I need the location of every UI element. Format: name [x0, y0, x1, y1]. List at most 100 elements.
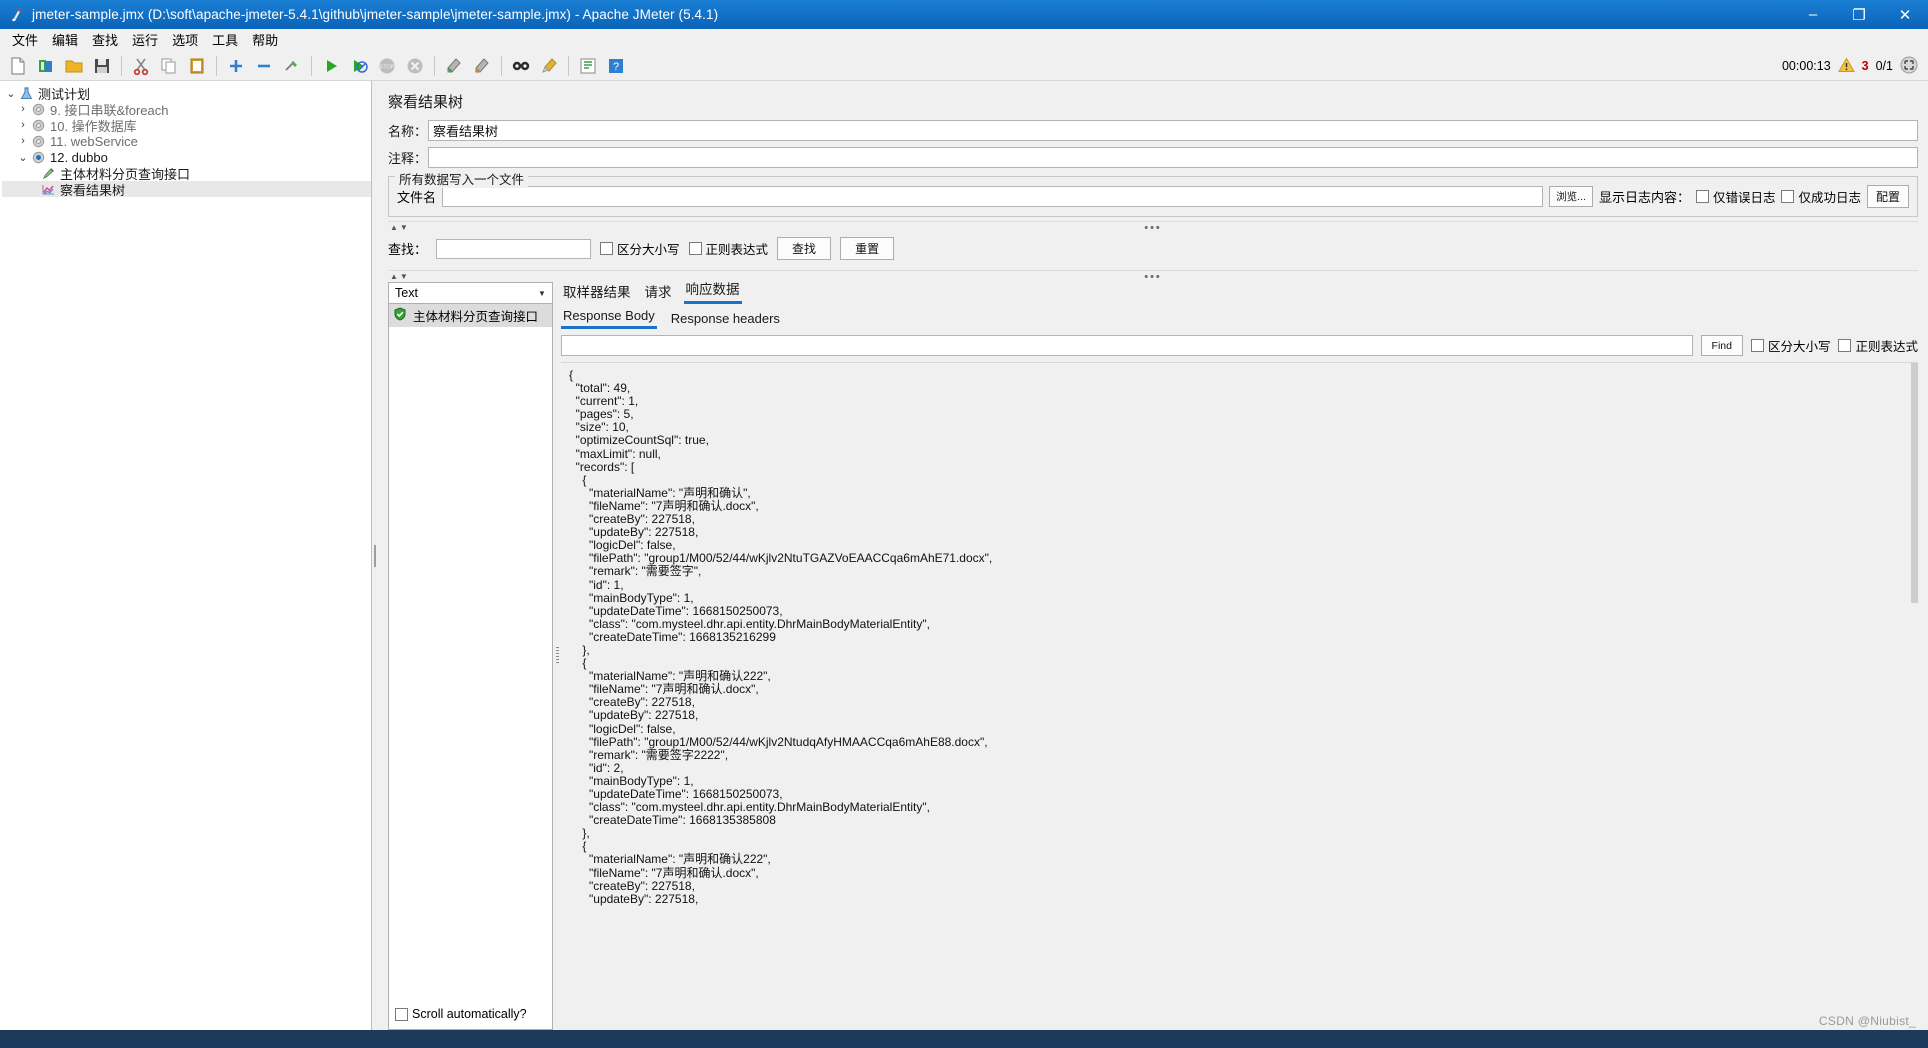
find-input[interactable]	[561, 335, 1693, 356]
subtab-response-body[interactable]: Response Body	[561, 308, 657, 329]
scroll-automatically-row: Scroll automatically?	[389, 1001, 531, 1025]
open-icon[interactable]	[61, 53, 87, 79]
collapse-icon[interactable]	[251, 53, 277, 79]
test-plan-tree-panel[interactable]: ⌄ 测试计划 › 9. 接口串联&foreach › 10. 操作数据库 › 1…	[0, 81, 372, 1030]
clear-icon[interactable]	[441, 53, 467, 79]
menu-help[interactable]: 帮助	[245, 28, 285, 51]
tab-request[interactable]: 请求	[643, 281, 674, 304]
menu-file[interactable]: 文件	[5, 28, 45, 51]
copy-icon[interactable]	[156, 53, 182, 79]
search-collapse-bar[interactable]: ▲▼ •••	[388, 221, 1918, 233]
tab-sampler-result[interactable]: 取样器结果	[561, 281, 633, 304]
main-area: ⌄ 测试计划 › 9. 接口串联&foreach › 10. 操作数据库 › 1…	[0, 81, 1928, 1030]
result-item-label: 主体材料分页查询接口	[413, 310, 539, 324]
collapse-arrows-icon[interactable]: ▲▼	[388, 272, 410, 281]
find-regex-checkbox[interactable]: 正则表达式	[1838, 336, 1918, 355]
scrollbar-thumb[interactable]	[1911, 363, 1918, 603]
jmeter-logo-icon	[8, 6, 26, 24]
menu-options[interactable]: 选项	[165, 28, 205, 51]
name-input[interactable]	[428, 120, 1918, 141]
chevron-right-icon[interactable]: ›	[16, 135, 30, 147]
checkbox-box[interactable]	[1838, 339, 1852, 352]
collapse-arrows-icon[interactable]: ▲▼	[388, 223, 410, 232]
scroll-automatically-checkbox[interactable]: Scroll automatically?	[395, 1007, 527, 1021]
checkbox-box[interactable]	[1695, 190, 1709, 203]
menu-search[interactable]: 查找	[85, 28, 125, 51]
maximize-button[interactable]: ❐	[1836, 0, 1882, 29]
errors-only-checkbox[interactable]: 仅错误日志	[1695, 187, 1775, 206]
menu-tools[interactable]: 工具	[205, 28, 245, 51]
result-list-item[interactable]: 主体材料分页查询接口	[389, 304, 552, 327]
body-left-splitter[interactable]	[561, 363, 567, 1030]
response-body-view[interactable]: { "total": 49, "current": 1, "pages": 5,…	[561, 362, 1918, 1030]
chevron-right-icon[interactable]: ›	[16, 103, 30, 115]
checkbox-box[interactable]	[1750, 339, 1764, 352]
chevron-right-icon[interactable]: ›	[16, 119, 30, 131]
tree-item-sampler-dubbo-query[interactable]: 主体材料分页查询接口	[2, 165, 371, 182]
results-list[interactable]: 主体材料分页查询接口 Scroll automatically?	[388, 304, 553, 1030]
tree-item-label: 11. webService	[50, 133, 138, 149]
warning-count[interactable]: 3	[1862, 59, 1869, 73]
templates-icon[interactable]	[33, 53, 59, 79]
subtab-response-headers[interactable]: Response headers	[669, 311, 782, 329]
expand-icon[interactable]	[223, 53, 249, 79]
search-reset-icon[interactable]	[536, 53, 562, 79]
minimize-button[interactable]: –	[1790, 0, 1836, 29]
search-regex-checkbox[interactable]: 正则表达式	[688, 239, 768, 258]
new-icon[interactable]	[5, 53, 31, 79]
checkbox-box[interactable]	[688, 242, 702, 255]
chevron-down-icon[interactable]: ⌄	[16, 151, 30, 164]
search-label: 查找：	[388, 242, 428, 257]
find-case-sensitive-checkbox[interactable]: 区分大小写	[1750, 336, 1830, 355]
checkbox-box[interactable]	[1781, 190, 1795, 203]
start-icon[interactable]	[318, 53, 344, 79]
filename-input[interactable]	[442, 186, 1544, 207]
tree-content-splitter[interactable]	[372, 81, 378, 1030]
save-icon[interactable]	[89, 53, 115, 79]
taskbar	[0, 1030, 1928, 1048]
chevron-down-icon[interactable]: ▼	[534, 289, 550, 298]
results-collapse-bar[interactable]: ▲▼ •••	[388, 270, 1918, 282]
find-button[interactable]: Find	[1700, 335, 1743, 356]
paste-icon[interactable]	[184, 53, 210, 79]
checkbox-box[interactable]	[395, 1007, 408, 1021]
configure-button[interactable]: 配置	[1866, 185, 1909, 208]
search-input[interactable]	[436, 238, 592, 259]
function-helper-icon[interactable]	[575, 53, 601, 79]
browse-button[interactable]: 浏览...	[1549, 186, 1593, 207]
name-label: 名称：	[388, 124, 428, 139]
comment-input[interactable]	[428, 147, 1918, 168]
search-case-sensitive-checkbox[interactable]: 区分大小写	[600, 239, 680, 258]
splitter-dots-icon[interactable]: •••	[1144, 222, 1162, 233]
successes-only-checkbox[interactable]: 仅成功日志	[1781, 187, 1861, 206]
menu-run[interactable]: 运行	[125, 28, 165, 51]
start-no-pauses-icon[interactable]	[346, 53, 372, 79]
render-selector[interactable]: Text ▼	[388, 282, 553, 304]
thread-group-icon	[30, 134, 47, 149]
tree-item-view-results-tree[interactable]: 察看结果树	[2, 181, 371, 198]
tree-item-thread-group-11[interactable]: › 11. webService	[2, 133, 371, 149]
tree-item-thread-group-10[interactable]: › 10. 操作数据库	[2, 117, 371, 134]
stop-icon[interactable]: STOP	[374, 53, 400, 79]
cut-icon[interactable]	[128, 53, 154, 79]
clear-all-icon[interactable]	[469, 53, 495, 79]
help-icon[interactable]: ?	[603, 53, 629, 79]
test-plan-icon	[18, 86, 35, 101]
search-reset-button[interactable]: 重置	[840, 237, 895, 260]
chevron-down-icon[interactable]: ⌄	[4, 87, 18, 100]
element-editor-panel: 察看结果树 名称： 注释： 所有数据写入一个文件 文件名 浏览... 显示日志内…	[378, 81, 1928, 1030]
close-button[interactable]: ✕	[1882, 0, 1928, 29]
test-plan-tree[interactable]: ⌄ 测试计划 › 9. 接口串联&foreach › 10. 操作数据库 › 1…	[0, 81, 371, 198]
checkbox-box[interactable]	[600, 242, 614, 255]
toggle-icon[interactable]	[279, 53, 305, 79]
warning-icon[interactable]	[1837, 56, 1855, 76]
splitter-dots-icon[interactable]: •••	[1144, 271, 1162, 282]
expand-workspace-icon[interactable]	[1900, 56, 1918, 77]
search-find-button[interactable]: 查找	[777, 237, 832, 260]
menu-edit[interactable]: 编辑	[45, 28, 85, 51]
response-body-scrollbar[interactable]	[1911, 363, 1918, 1030]
shutdown-icon[interactable]	[402, 53, 428, 79]
window-title: jmeter-sample.jmx (D:\soft\apache-jmeter…	[32, 7, 719, 22]
search-icon[interactable]	[508, 53, 534, 79]
results-detail-splitter[interactable]	[553, 282, 561, 1030]
